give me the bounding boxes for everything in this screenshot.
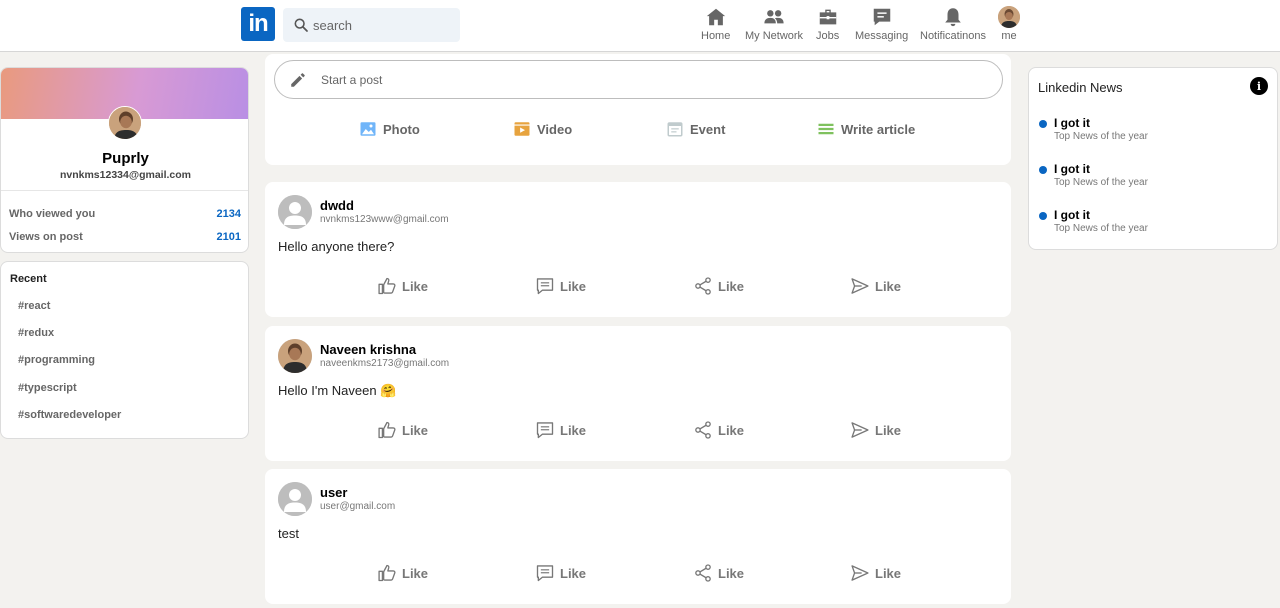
comment-icon (536, 422, 554, 439)
avatar[interactable] (278, 482, 312, 516)
search-icon (294, 18, 308, 32)
comment-icon (536, 278, 554, 295)
profile-avatar[interactable] (108, 106, 142, 140)
home-icon (706, 8, 725, 26)
send-button[interactable]: Like (850, 420, 901, 440)
article-icon (818, 123, 834, 135)
share-button[interactable]: Like (693, 420, 744, 440)
comment-button[interactable]: Like (535, 276, 586, 296)
write-article-button[interactable]: Write article (817, 120, 915, 138)
comment-icon (536, 565, 554, 582)
thumbs-up-icon (378, 277, 396, 295)
message-icon (873, 8, 890, 26)
like-button[interactable]: Like (377, 420, 428, 440)
recent-tag[interactable]: #softwaredeveloper (18, 409, 121, 421)
nav-notifications[interactable]: Notificatinons (920, 6, 986, 42)
bullet-icon (1039, 166, 1047, 174)
share-button[interactable]: Like (693, 563, 744, 583)
post-card: dwdd nvnkms123www@gmail.com Hello anyone… (265, 182, 1011, 317)
nav-home[interactable]: Home (701, 6, 730, 42)
news-card: Linkedin News i I got it Top News of the… (1028, 67, 1278, 250)
profile-name[interactable]: Puprly (1, 150, 248, 167)
post-composer: Start a post Photo Video Event Write art… (265, 54, 1011, 165)
recent-tag[interactable]: #programming (18, 354, 95, 366)
bell-icon (945, 8, 961, 27)
recent-tag[interactable]: #react (18, 300, 50, 312)
post-text: test (278, 526, 299, 541)
share-button[interactable]: Like (693, 276, 744, 296)
post-text: Hello I'm Naveen 🤗 (278, 383, 397, 398)
info-icon[interactable]: i (1250, 77, 1268, 95)
post-author[interactable]: Naveen krishna (320, 342, 416, 357)
news-title: Linkedin News (1038, 80, 1123, 95)
stat-views-on-post[interactable]: Views on post 2101 (9, 231, 241, 243)
post-card: Naveen krishna naveenkms2173@gmail.com H… (265, 326, 1011, 461)
avatar[interactable] (278, 339, 312, 373)
avatar (998, 6, 1020, 28)
video-icon (514, 122, 530, 136)
send-button[interactable]: Like (850, 276, 901, 296)
share-icon (695, 277, 711, 295)
share-icon (695, 421, 711, 439)
post-email: naveenkms2173@gmail.com (320, 358, 450, 369)
event-icon (667, 122, 683, 137)
post-text: Hello anyone there? (278, 239, 395, 254)
like-button[interactable]: Like (377, 276, 428, 296)
photo-button[interactable]: Photo (359, 120, 420, 138)
recent-title: Recent (10, 273, 47, 285)
share-icon (695, 564, 711, 582)
thumbs-up-icon (378, 421, 396, 439)
post-email: user@gmail.com (320, 501, 396, 512)
nav-me[interactable]: me (998, 6, 1020, 42)
bullet-icon (1039, 120, 1047, 128)
profile-card: Puprly nvnkms12334@gmail.com Who viewed … (0, 67, 249, 253)
post-card: user user@gmail.com test Like Like Like … (265, 469, 1011, 604)
thumbs-up-icon (378, 564, 396, 582)
recent-tag[interactable]: #typescript (18, 382, 77, 394)
divider (1, 190, 248, 191)
like-button[interactable]: Like (377, 563, 428, 583)
network-icon (764, 10, 784, 24)
send-icon (851, 278, 869, 294)
nav-my-network[interactable]: My Network (745, 6, 803, 42)
video-button[interactable]: Video (513, 120, 572, 138)
bullet-icon (1039, 212, 1047, 220)
avatar[interactable] (278, 195, 312, 229)
comment-button[interactable]: Like (535, 563, 586, 583)
send-icon (851, 565, 869, 581)
stat-who-viewed[interactable]: Who viewed you 2134 (9, 208, 241, 220)
top-navbar: in Home My Network Jobs Messaging Notifi… (0, 0, 1280, 52)
post-author[interactable]: dwdd (320, 198, 354, 213)
briefcase-icon (819, 9, 836, 25)
post-email: nvnkms123www@gmail.com (320, 214, 449, 225)
recent-tag[interactable]: #redux (18, 327, 54, 339)
pencil-icon (291, 72, 305, 87)
send-button[interactable]: Like (850, 563, 901, 583)
send-icon (851, 422, 869, 438)
photo-icon (360, 122, 376, 136)
post-author[interactable]: user (320, 485, 347, 500)
nav-jobs[interactable]: Jobs (816, 6, 839, 42)
comment-button[interactable]: Like (535, 420, 586, 440)
search-input[interactable] (313, 17, 453, 33)
search-bar[interactable] (283, 8, 460, 42)
recent-card: Recent #react #redux #programming #types… (0, 261, 249, 439)
profile-email: nvnkms12334@gmail.com (59, 169, 192, 181)
nav-messaging[interactable]: Messaging (855, 6, 908, 42)
event-button[interactable]: Event (666, 120, 725, 138)
start-post-input[interactable]: Start a post (274, 60, 1003, 99)
linkedin-logo-icon[interactable]: in (241, 7, 275, 41)
